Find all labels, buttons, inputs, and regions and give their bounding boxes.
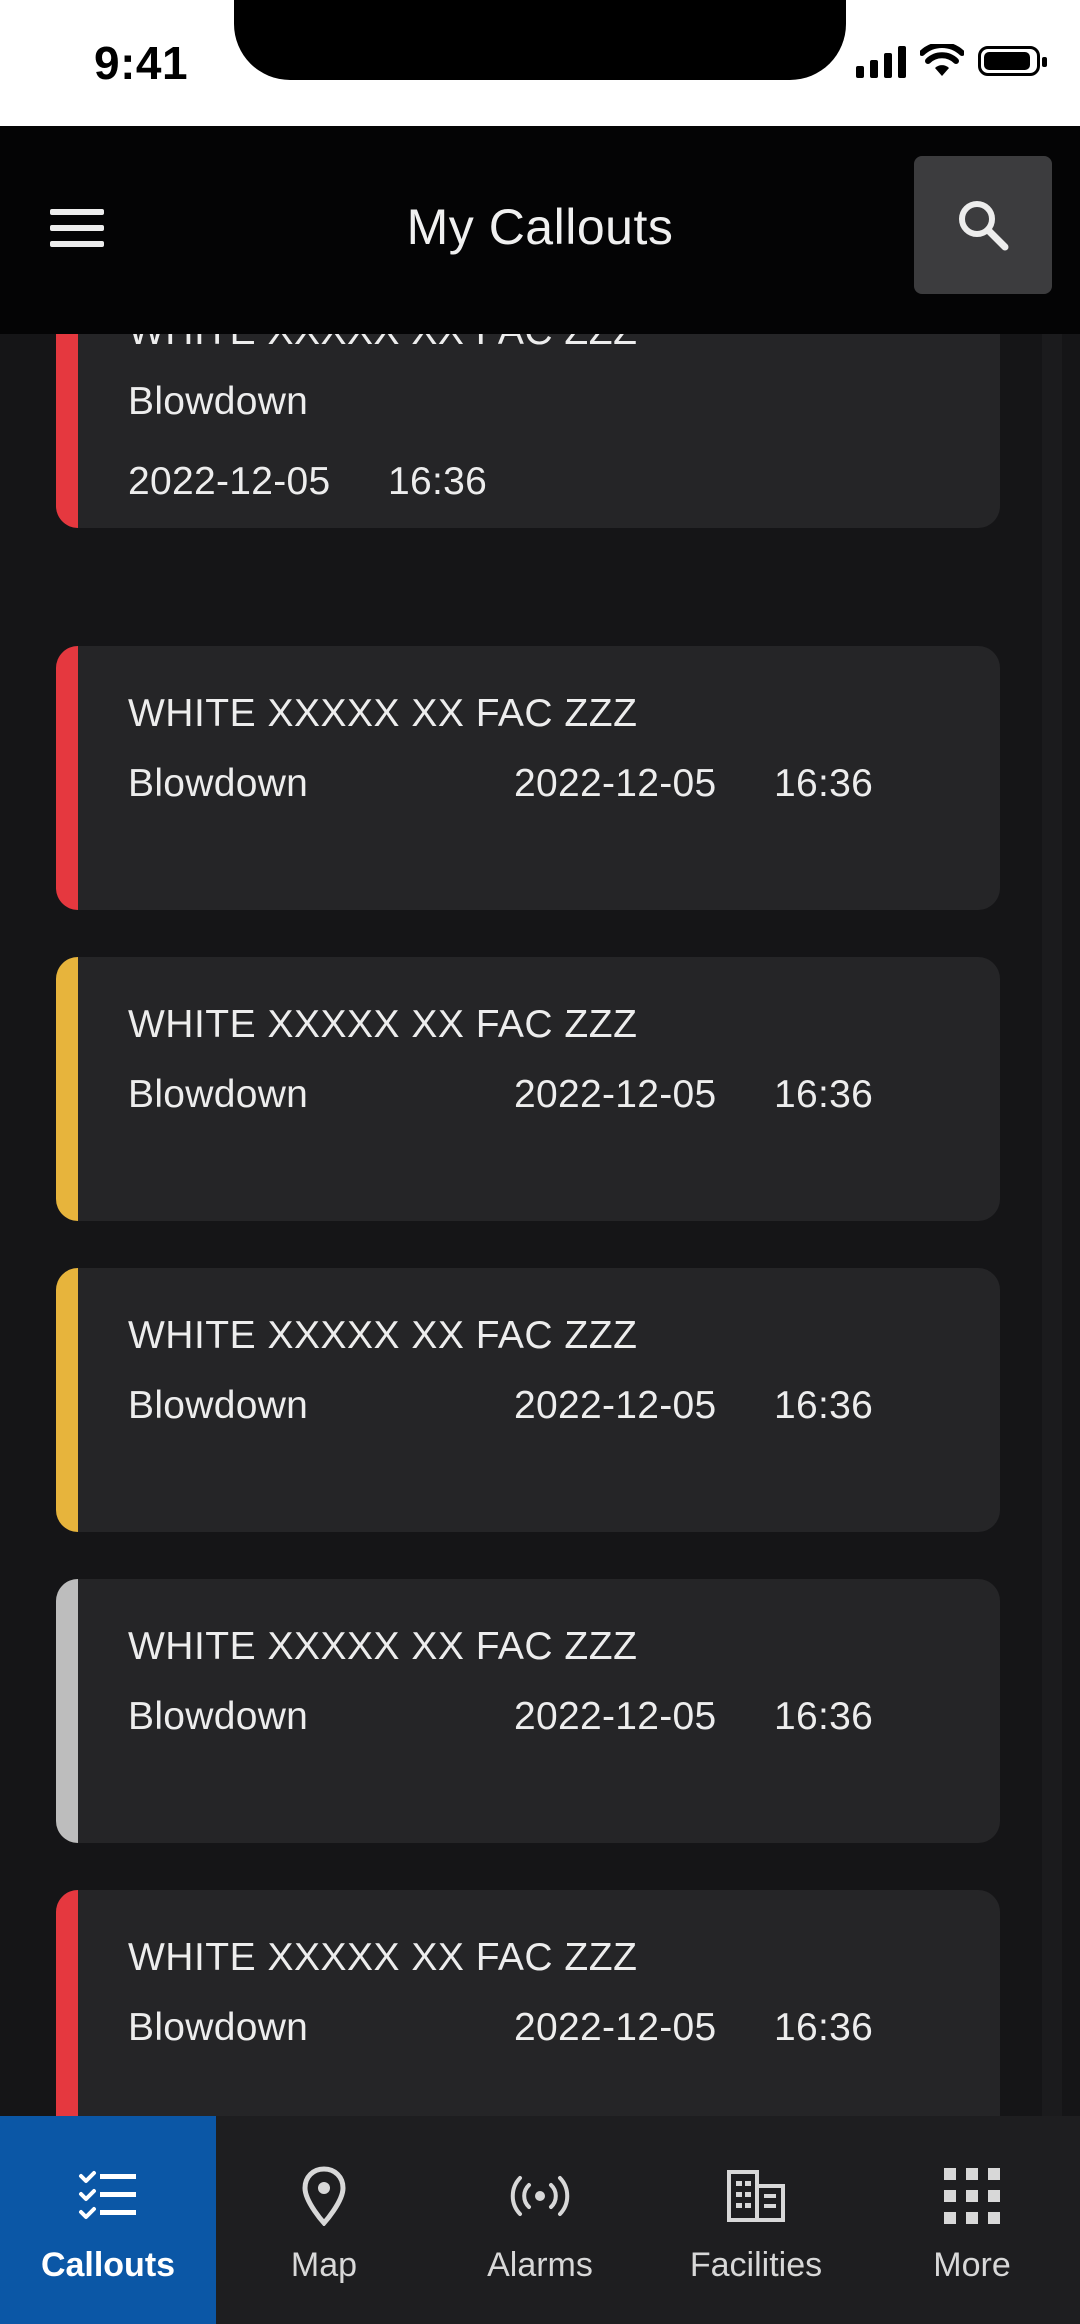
app-bar: My Callouts — [0, 126, 1080, 334]
callout-type: Blowdown — [128, 380, 309, 423]
callout-facility: WHITE XXXXX XX FAC ZZZ — [128, 334, 637, 354]
callout-date: 2022-12-05 — [514, 2006, 717, 2049]
status-indicator — [56, 957, 78, 1221]
device-notch — [234, 0, 846, 80]
status-indicator — [56, 1579, 78, 1843]
grid-icon — [944, 2168, 1000, 2224]
callout-time: 16:36 — [774, 1073, 874, 1116]
status-indicator — [56, 646, 78, 910]
callout-type: Blowdown — [128, 1384, 309, 1427]
building-icon — [727, 2170, 785, 2222]
status-indicator — [56, 1890, 78, 2116]
status-indicator — [56, 334, 78, 528]
search-icon — [959, 201, 1009, 251]
cellular-signal-icon — [856, 44, 906, 78]
scrollbar[interactable] — [1042, 334, 1062, 2116]
nav-label: Facilities — [689, 2246, 823, 2284]
callout-facility: WHITE XXXXX XX FAC ZZZ — [128, 1314, 638, 1357]
nav-label: Callouts — [40, 2246, 176, 2284]
nav-label: Alarms — [487, 2246, 593, 2284]
callout-type: Blowdown — [128, 1073, 309, 1116]
callout-time: 16:36 — [774, 1384, 874, 1427]
callout-card[interactable]: WHITE XXXXX XX FAC ZZZ Blowdown 2022-12-… — [56, 957, 1000, 1221]
wifi-icon — [920, 44, 964, 76]
callout-card[interactable]: WHITE XXXXX XX FAC ZZZ Blowdown 2022-12-… — [56, 646, 1000, 910]
map-pin-icon — [302, 2166, 346, 2226]
callout-type: Blowdown — [128, 1695, 309, 1738]
nav-facilities[interactable]: Facilities — [648, 2116, 864, 2324]
nav-map[interactable]: Map — [216, 2116, 432, 2324]
callout-date: 2022-12-05 — [514, 1695, 717, 1738]
broadcast-icon — [510, 2176, 570, 2216]
status-indicator — [56, 1268, 78, 1532]
status-bar: 9:41 — [0, 0, 1080, 126]
callout-date: 2022-12-05 — [514, 1073, 717, 1116]
nav-label: More — [933, 2246, 1011, 2284]
status-icons — [856, 44, 1047, 78]
nav-more[interactable]: More — [864, 2116, 1080, 2324]
nav-label: Map — [290, 2246, 358, 2284]
nav-callouts[interactable]: Callouts — [0, 2116, 216, 2324]
callout-time: 16:36 — [774, 1695, 874, 1738]
callout-date: 2022-12-05 — [128, 460, 331, 503]
callout-facility: WHITE XXXXX XX FAC ZZZ — [128, 692, 638, 735]
search-button[interactable] — [914, 156, 1052, 294]
callout-card[interactable]: WHITE XXXXX XX FAC ZZZ Blowdown 2022-12-… — [56, 1890, 1000, 2116]
status-time: 9:41 — [94, 37, 189, 89]
callout-type: Blowdown — [128, 2006, 309, 2049]
callout-card[interactable]: WHITE XXXXX XX FAC ZZZ Blowdown 2022-12-… — [56, 1268, 1000, 1532]
callout-facility: WHITE XXXXX XX FAC ZZZ — [128, 1625, 638, 1668]
callout-card[interactable]: WHITE XXXXX XX FAC ZZZ Blowdown 2022-12-… — [56, 1579, 1000, 1843]
checklist-icon — [79, 2171, 136, 2219]
bottom-navigation: Callouts Map Alarms Facilities More — [0, 2116, 1080, 2324]
callout-card[interactable]: WHITE XXXXX XX FAC ZZZ Blowdown 2022-12-… — [56, 334, 1000, 528]
callout-type: Blowdown — [128, 762, 309, 805]
nav-alarms[interactable]: Alarms — [432, 2116, 648, 2324]
callout-date: 2022-12-05 — [514, 762, 717, 805]
callout-list[interactable]: WHITE XXXXX XX FAC ZZZ Blowdown 2022-12-… — [0, 334, 1080, 2116]
battery-icon — [978, 46, 1047, 76]
callout-time: 16:36 — [388, 460, 488, 503]
callout-facility: WHITE XXXXX XX FAC ZZZ — [128, 1003, 638, 1046]
callout-time: 16:36 — [774, 2006, 874, 2049]
callout-date: 2022-12-05 — [514, 1384, 717, 1427]
callout-facility: WHITE XXXXX XX FAC ZZZ — [128, 1936, 638, 1979]
callout-time: 16:36 — [774, 762, 874, 805]
